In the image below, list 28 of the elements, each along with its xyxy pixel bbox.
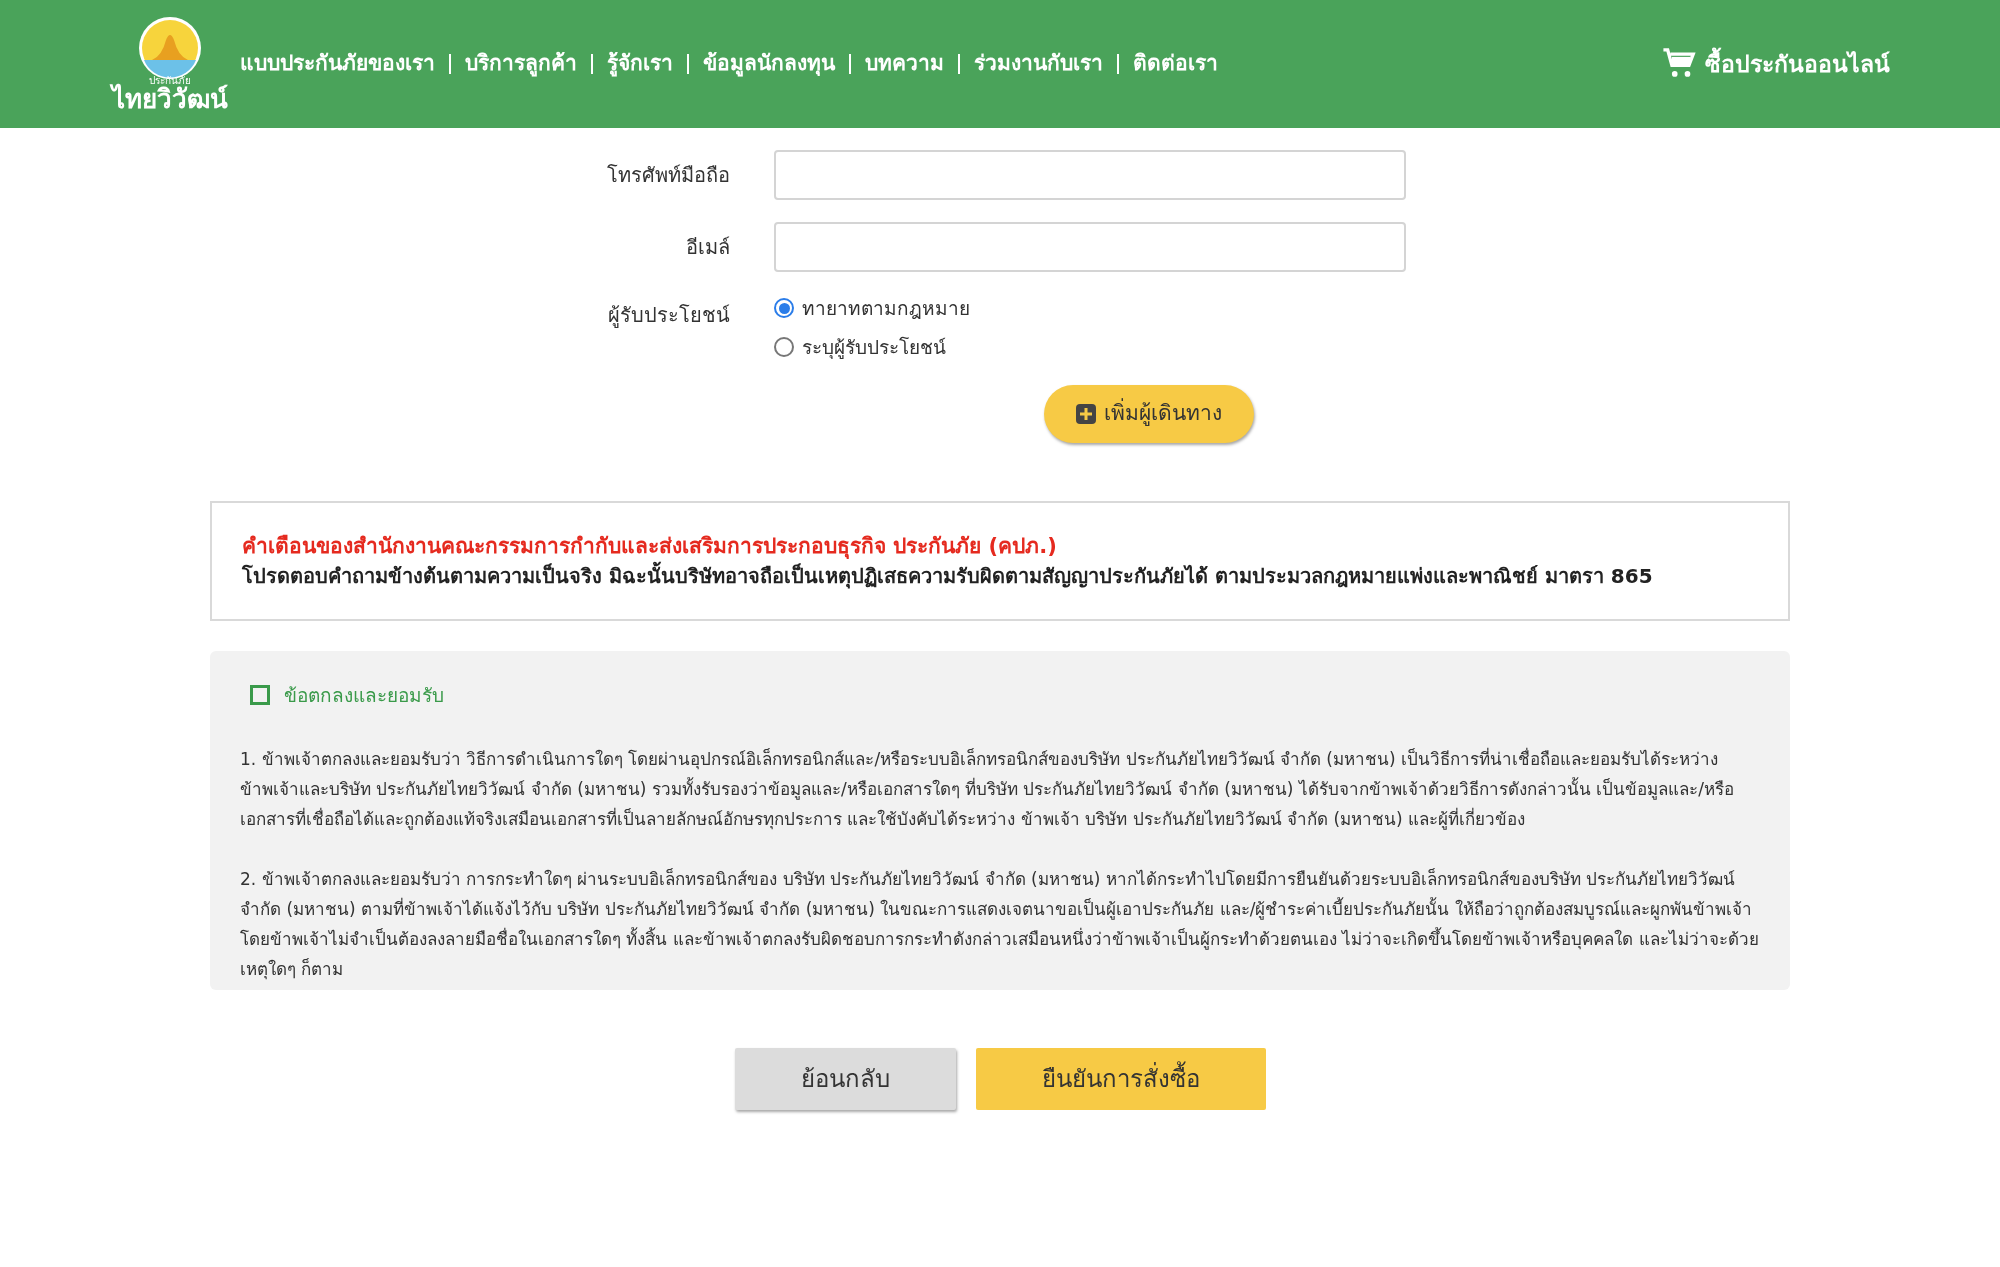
nav-link[interactable]: ร่วมงานกับเรา (974, 48, 1103, 80)
terms-paragraph: 2. ข้าพเจ้าตกลงและยอมรับว่า การกระทำใดๆ ผ่านระบบอิเล็กทรอนิกส์ของ บริษัท ประกันภัยไทยวิวัฒน์ จำกัด (มหาชน) หากได้กระทำไปโดยมีการยืนยันด้วยระบบอิเล็กทรอนิกส์ของบริษัท ประกันภัยไทยวิวัฒน์ จำกัด (มหาชน) ตามที่ข้าพเจ้าได้แจ้งไว้กับ บริษัท ประกันภัยไทยวิวัฒน์ จำกัด (มหาชน) ในขณะการแสดงเจตนาขอเป็นผู้เอาประกันภัย และ/ผู้ชำระค่าเบี้ยประกันภัยนั้น ให้ถือว่าถูกต้องสมบูรณ์และผูกพันข้าพเจ้า โดยข้าพเจ้าไม่จำเป็นต้องลงลายมือชื่อในเอกสารใดๆ ทั้งสิ้น และข้าพเจ้าตกลงรับผิดชอบการกระทำดังกล่าวเสมือนหนึ่งว่าข้าพเจ้าเป็นผู้กระทำด้วยตนเอง ไม่ว่าจะเกิดขึ้นโดยข้าพเจ้าหรือบุคคลใด และไม่ว่าจะด้วยเหตุใดๆ ก็ตาม (240, 867, 1760, 982)
field-label: ผู้รับประโยชน์ (607, 302, 730, 330)
text-input[interactable] (774, 222, 1406, 272)
back-button[interactable]: ย้อนกลับ (734, 1047, 956, 1110)
add-traveler-button[interactable]: เพิ่มผู้เดินทาง (1044, 385, 1254, 443)
radio-button[interactable] (774, 336, 794, 357)
radio-label: ระบุผู้รับประโยชน์ (802, 334, 946, 361)
nav-link[interactable]: ติดต่อเรา (1133, 48, 1218, 80)
terms-paragraph: 1. ข้าพเจ้าตกลงและยอมรับว่า วิธีการดำเนินการใดๆ โดยผ่านอุปกรณ์อิเล็กทรอนิกส์และ/หรือระบบอิเล็กทรอนิกส์ของบริษัท ประกันภัยไทยวิวัฒน์ จำกัด (มหาชน) เป็นวิธีการที่น่าเชื่อถือและยอมรับได้ระหว่างข้าพเจ้าและบริษัท ประกันภัยไทยวิวัฒน์ จำกัด (มหาชน) รวมทั้งรับรองว่าข้อมูลและ/หรือเอกสารใดๆ ที่บริษัท ประกันภัยไทยวิวัฒน์ จำกัด (มหาชน) ได้รับจากข้าพเจ้าด้วยวิธีการดังกล่าวนั้น เป็นข้อมูลและ/หรือเอกสารที่เชื่อถือได้และถูกต้องแท้จริงเสมือนเอกสารที่เป็นลายลักษณ์อักษรทุกประการ และใช้บังคับได้ระหว่าง ข้าพเจ้า บริษัท ประกันภัยไทยวิวัฒน์ จำกัด (มหาชน) และผู้ที่เกี่ยวข้อง (240, 746, 1736, 832)
radio-label: ทายาทตามกฎหมาย (802, 296, 970, 321)
radio-button[interactable] (774, 298, 794, 319)
checkbox[interactable] (250, 685, 270, 706)
warning-title: คำเตือนของสำนักงานคณะกรรมการกำกับและส่งเสริมการประกอบธุรกิจ ประกันภัย (คปภ.) (242, 533, 1058, 561)
nav-link[interactable]: ข้อมูลนักลงทุน (703, 48, 835, 80)
nav-link[interactable]: บทความ (865, 48, 944, 80)
buy-online-link[interactable]: ซื้อประกันออนไลน์ (1661, 46, 1890, 82)
confirm-button[interactable]: ยืนยันการสั่งซื้อ (975, 1047, 1266, 1110)
warning-text: โปรดตอบคำถามข้างต้นตามความเป็นจริง มิฉะนั้นบริษัทอาจถือเป็นเหตุปฏิเสธความรับผิดตามสัญญาประกันภัยได้ ตามประมวลกฎหมายแพ่งและพาณิชย์ มาตรา 865 (242, 561, 1758, 591)
nav-link[interactable]: บริการลูกค้า (465, 48, 577, 80)
checkbox-label: ข้อตกลงและยอมรับ (284, 683, 444, 708)
plus-icon (1076, 404, 1096, 424)
nav-link[interactable]: รู้จักเรา (607, 48, 673, 80)
text-input[interactable] (774, 150, 1406, 200)
nav-link[interactable]: แบบประกันภัยของเรา (240, 48, 435, 80)
field-label: อีเมล์ (685, 234, 730, 261)
logo-tagline: ประกันภัย (149, 76, 191, 86)
field-label: โทรศัพท์มือถือ (606, 162, 730, 189)
